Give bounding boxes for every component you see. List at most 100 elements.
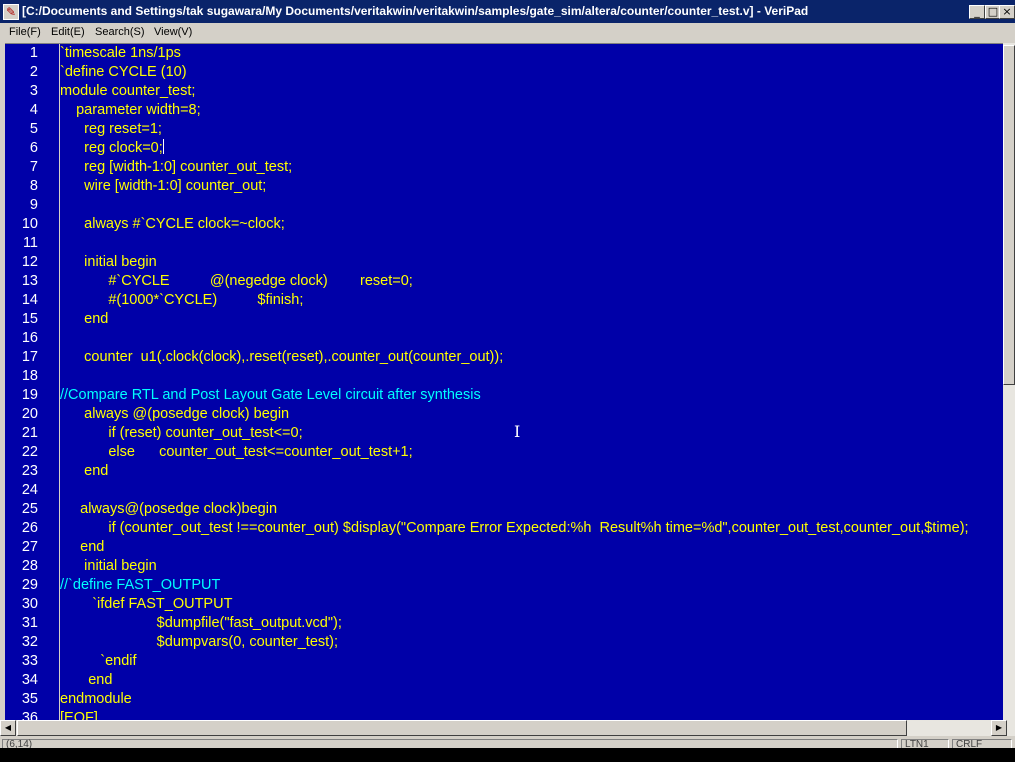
line-number: 29: [21, 577, 38, 593]
line-number: 9: [29, 197, 38, 213]
line-number: 7: [29, 159, 38, 175]
text-caret: [162, 139, 164, 154]
code-line[interactable]: 35 endmodule: [5, 690, 1003, 709]
code-line[interactable]: 3 module counter_test;: [5, 82, 1003, 101]
code-line[interactable]: 18: [5, 367, 1003, 386]
code-line[interactable]: 16: [5, 329, 1003, 348]
line-text: `ifdef FAST_OUTPUT: [60, 596, 233, 612]
line-text: initial begin: [60, 254, 157, 270]
close-button[interactable]: ×: [999, 5, 1015, 19]
line-text: wire [width-1:0] counter_out;: [60, 178, 267, 194]
horizontal-scrollbar[interactable]: ◀ ▶: [0, 720, 1015, 736]
code-line[interactable]: 5 reg reset=1;: [5, 120, 1003, 139]
veripad-app-icon[interactable]: ✎: [3, 4, 19, 20]
line-text: `endif: [60, 653, 137, 669]
line-number: 15: [21, 311, 38, 327]
code-line[interactable]: 31 $dumpfile("fast_output.vcd");: [5, 614, 1003, 633]
code-line[interactable]: 33 `endif: [5, 652, 1003, 671]
code-line[interactable]: 20 always @(posedge clock) begin: [5, 405, 1003, 424]
encoding-indicator: LTN1: [901, 739, 949, 748]
minimize-button[interactable]: _: [969, 5, 985, 19]
code-line[interactable]: 6 reg clock=0;: [5, 139, 1003, 158]
code-line[interactable]: 13 #`CYCLE @(negedge clock) reset=0;: [5, 272, 1003, 291]
code-line[interactable]: 4 parameter width=8;: [5, 101, 1003, 120]
line-text: //Compare RTL and Post Layout Gate Level…: [60, 387, 481, 403]
code-line[interactable]: 32 $dumpvars(0, counter_test);: [5, 633, 1003, 652]
line-text: $dumpvars(0, counter_test);: [60, 634, 339, 650]
menu-edit[interactable]: Edit(E): [51, 26, 85, 38]
line-text: if (reset) counter_out_test<=0;: [60, 425, 303, 441]
line-text: $dumpfile("fast_output.vcd");: [60, 615, 342, 631]
status-bar: (6,14) LTN1 CRLF: [0, 736, 1015, 748]
line-number: 11: [22, 235, 38, 251]
line-text: #`CYCLE @(negedge clock) reset=0;: [60, 273, 413, 289]
line-text: endmodule: [60, 691, 132, 707]
code-line[interactable]: 26 if (counter_out_test !==counter_out) …: [5, 519, 1003, 538]
line-number: 17: [21, 349, 38, 365]
code-line[interactable]: 34 end: [5, 671, 1003, 690]
code-line[interactable]: 2 `define CYCLE (10): [5, 63, 1003, 82]
line-text: #(1000*`CYCLE) $finish;: [60, 292, 304, 308]
horizontal-scroll-thumb[interactable]: [17, 720, 907, 736]
cursor-position: (6,14): [2, 739, 898, 748]
line-number: 1: [29, 45, 38, 61]
code-line[interactable]: 14 #(1000*`CYCLE) $finish;: [5, 291, 1003, 310]
code-line[interactable]: 19 //Compare RTL and Post Layout Gate Lev…: [5, 386, 1003, 405]
line-number: 16: [21, 330, 38, 346]
code-line[interactable]: 24: [5, 481, 1003, 500]
code-line[interactable]: 27 end: [5, 538, 1003, 557]
line-text: else counter_out_test<=counter_out_test+…: [60, 444, 413, 460]
line-number: 24: [21, 482, 38, 498]
menu-bar: File(F) Edit(E) Search(S) View(V): [0, 23, 1015, 43]
code-line[interactable]: 11: [5, 234, 1003, 253]
editor-frame: I 1 `timescale 1ns/1ps 2 `define CYCLE (10)…: [0, 43, 1015, 720]
title-bar: ✎ [C:/Documents and Settings/tak sugawar…: [0, 0, 1015, 23]
scroll-right-icon[interactable]: ▶: [991, 720, 1007, 736]
code-line[interactable]: 8 wire [width-1:0] counter_out;: [5, 177, 1003, 196]
line-number: 21: [21, 425, 38, 441]
line-text: if (counter_out_test !==counter_out) $di…: [60, 520, 969, 536]
line-number: 4: [29, 102, 38, 118]
line-number: 34: [21, 672, 38, 688]
code-editor[interactable]: I 1 `timescale 1ns/1ps 2 `define CYCLE (10)…: [5, 43, 1003, 720]
line-number: 14: [21, 292, 38, 308]
line-text: always @(posedge clock) begin: [60, 406, 290, 422]
code-line[interactable]: 21 if (reset) counter_out_test<=0;: [5, 424, 1003, 443]
code-line[interactable]: 22 else counter_out_test<=counter_out_te…: [5, 443, 1003, 462]
line-text: always #`CYCLE clock=~clock;: [60, 216, 285, 232]
code-line[interactable]: 29 //`define FAST_OUTPUT: [5, 576, 1003, 595]
line-text: `define CYCLE (10): [60, 64, 187, 80]
vertical-scroll-thumb[interactable]: [1003, 45, 1015, 385]
line-ending-indicator: CRLF: [952, 739, 1012, 748]
line-text: reg reset=1;: [60, 121, 162, 137]
code-line[interactable]: 23 end: [5, 462, 1003, 481]
line-number: 12: [21, 254, 38, 270]
line-text: parameter width=8;: [60, 102, 201, 118]
line-number: 20: [21, 406, 38, 422]
line-number: 23: [21, 463, 38, 479]
code-line[interactable]: 15 end: [5, 310, 1003, 329]
line-text: initial begin: [60, 558, 157, 574]
vertical-scrollbar[interactable]: [1003, 43, 1015, 720]
code-line[interactable]: 10 always #`CYCLE clock=~clock;: [5, 215, 1003, 234]
code-line[interactable]: 30 `ifdef FAST_OUTPUT: [5, 595, 1003, 614]
scroll-left-icon[interactable]: ◀: [0, 720, 16, 736]
line-text: end: [60, 311, 109, 327]
code-line[interactable]: 25 always@(posedge clock)begin: [5, 500, 1003, 519]
code-line[interactable]: 7 reg [width-1:0] counter_out_test;: [5, 158, 1003, 177]
menu-file[interactable]: File(F): [9, 26, 41, 38]
menu-view[interactable]: View(V): [154, 26, 192, 38]
line-number: 25: [21, 501, 38, 517]
line-text: end: [60, 463, 109, 479]
code-line[interactable]: 1 `timescale 1ns/1ps: [5, 44, 1003, 63]
code-line[interactable]: 9: [5, 196, 1003, 215]
code-line[interactable]: 17 counter u1(.clock(clock),.reset(reset…: [5, 348, 1003, 367]
line-text: //`define FAST_OUTPUT: [60, 577, 221, 593]
line-number: 33: [21, 653, 38, 669]
line-number: 5: [29, 121, 38, 137]
menu-search[interactable]: Search(S): [95, 26, 145, 38]
line-number: 13: [21, 273, 38, 289]
code-line[interactable]: 36 [EOF]: [5, 709, 1003, 720]
code-line[interactable]: 28 initial begin: [5, 557, 1003, 576]
code-line[interactable]: 12 initial begin: [5, 253, 1003, 272]
